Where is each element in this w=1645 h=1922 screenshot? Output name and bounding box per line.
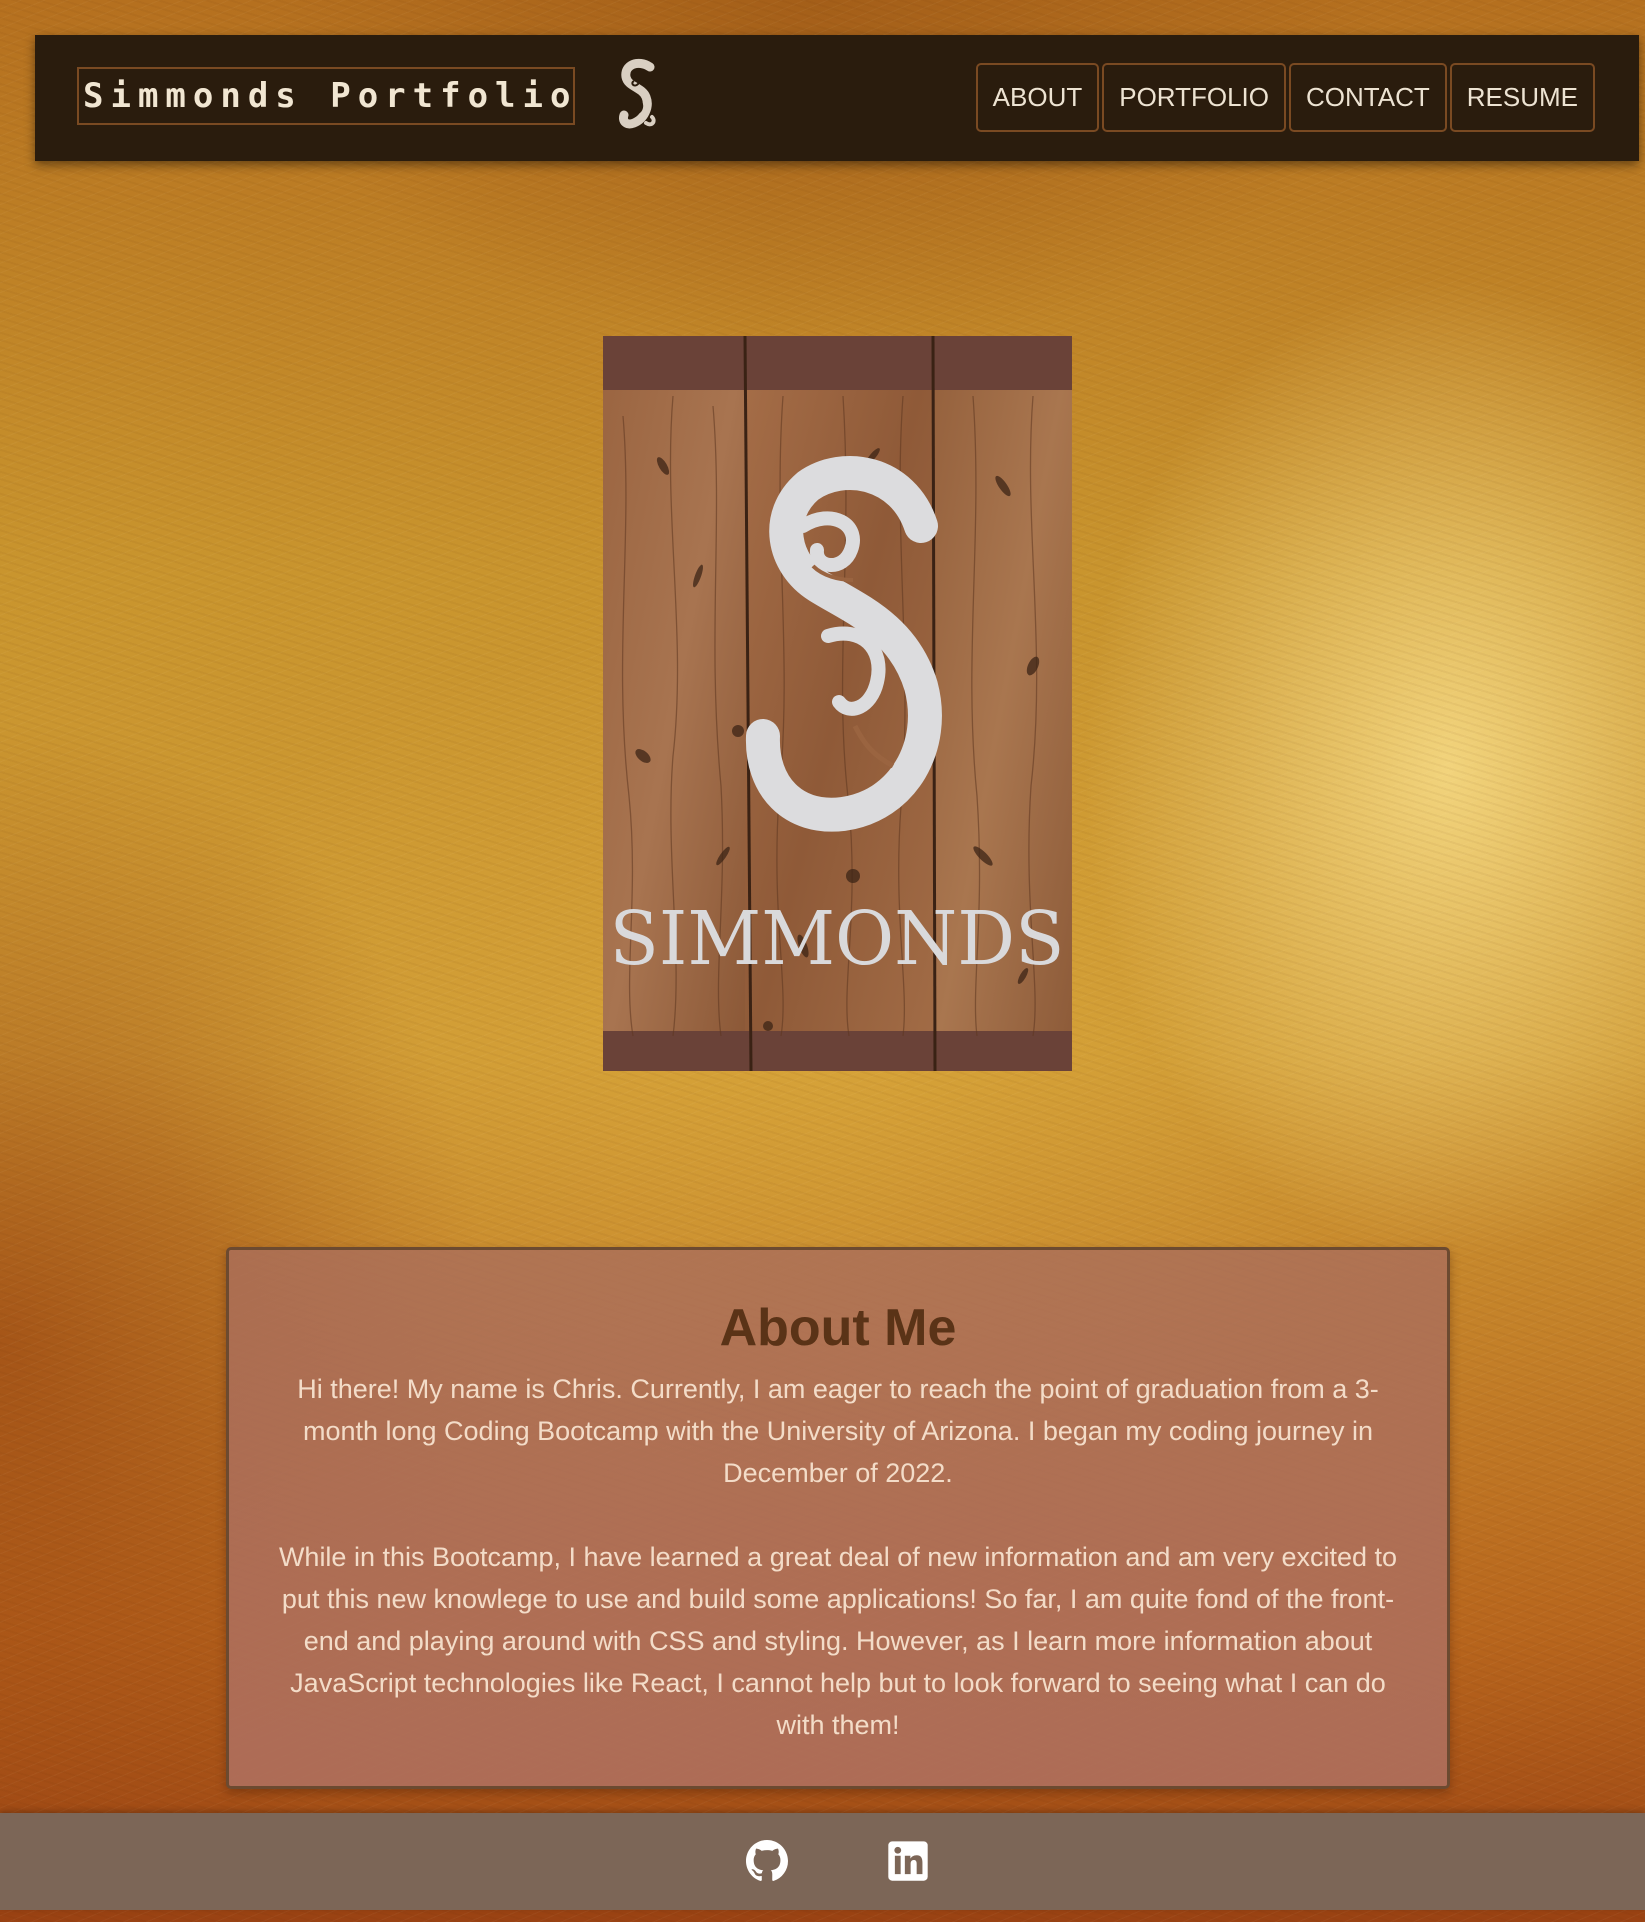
ornate-s-monogram-icon: [619, 58, 656, 129]
nav-about[interactable]: ABOUT: [975, 63, 1100, 132]
about-paragraph-2: While in this Bootcamp, I have learned a…: [278, 1542, 1398, 1740]
wooden-sign-illustration: SIMMONDS: [603, 336, 1072, 1071]
nav-portfolio[interactable]: PORTFOLIO: [1102, 63, 1287, 132]
about-text: Hi there! My name is Chris. Currently, I…: [263, 1368, 1413, 1746]
site-brand[interactable]: Simmonds Portfolio: [77, 67, 575, 125]
about-paragraph-1: Hi there! My name is Chris. Currently, I…: [297, 1374, 1379, 1488]
github-icon[interactable]: [746, 1840, 788, 1882]
nav-resume[interactable]: RESUME: [1449, 63, 1595, 132]
navbar: Simmonds Portfolio ABOUT PORTFOLIO CONTA…: [35, 35, 1639, 161]
sign-text: SIMMONDS: [610, 896, 1065, 982]
nav-contact[interactable]: CONTACT: [1289, 63, 1447, 132]
hero-image: SIMMONDS: [603, 336, 1072, 1071]
nav-links: ABOUT PORTFOLIO CONTACT RESUME: [975, 63, 1595, 132]
footer: [0, 1813, 1645, 1910]
about-title: About Me: [719, 1299, 957, 1357]
linkedin-icon[interactable]: [887, 1840, 929, 1882]
about-card: About Me Hi there! My name is Chris. Cur…: [226, 1247, 1450, 1789]
